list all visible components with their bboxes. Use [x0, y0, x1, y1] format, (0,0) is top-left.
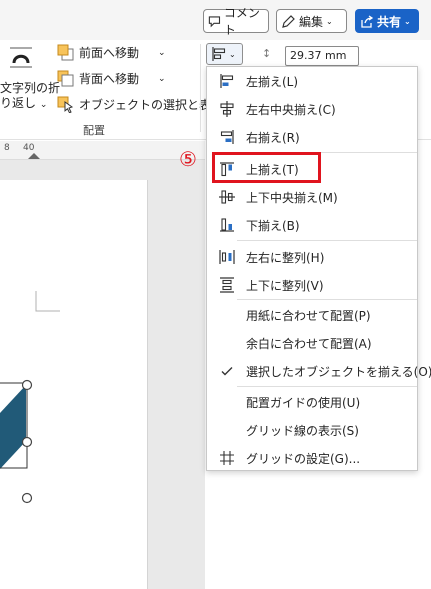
align-bottom-icon: [220, 218, 234, 232]
menu-separator: [237, 299, 417, 300]
wrap-text-icon[interactable]: [6, 46, 36, 70]
check-icon: [221, 367, 233, 376]
share-button[interactable]: 共有 ⌄: [355, 9, 419, 33]
menu-item-distribute-horizontal[interactable]: 左右に整列(H): [207, 243, 417, 271]
menu-item-label: 用紙に合わせて配置(P): [246, 308, 371, 323]
wrap-text-label-2[interactable]: り返し ⌄: [0, 94, 47, 111]
menu-item-label: 上下中央揃え(M): [246, 190, 338, 205]
chevron-down-icon: ⌄: [229, 49, 236, 59]
share-icon: [361, 14, 374, 28]
ribbon-separator: [200, 44, 201, 132]
align-left-icon: [220, 74, 234, 88]
menu-item-grid-settings[interactable]: グリッドの設定(G)...: [207, 444, 417, 472]
menu-item-label: 左揃え(L): [246, 74, 299, 89]
selection-pane-button[interactable]: オブジェクトの選択と表示: [57, 96, 224, 114]
bring-forward-button[interactable]: 前面へ移動 ⌄: [57, 44, 166, 61]
grid-icon: [220, 451, 234, 465]
align-button[interactable]: ⌄: [206, 43, 243, 65]
send-backward-icon: [57, 70, 74, 87]
step-marker: ⑤: [179, 147, 197, 171]
edit-button-label: 編集: [299, 14, 324, 29]
edit-button[interactable]: 編集 ⌄: [276, 9, 347, 33]
menu-item-distribute-vertical[interactable]: 上下に整列(V): [207, 271, 417, 299]
share-button-label: 共有: [377, 14, 402, 29]
menu-separator: [237, 386, 417, 387]
menu-item-align-to-page[interactable]: 用紙に合わせて配置(P): [207, 301, 417, 329]
chevron-down-icon: ⌄: [326, 16, 333, 26]
chevron-down-icon: ⌄: [404, 16, 411, 26]
ruler-tick: 8: [4, 143, 10, 153]
menu-item-label: グリッドの設定(G)...: [246, 451, 361, 466]
menu-item-align-left[interactable]: 左揃え(L): [207, 67, 417, 95]
arrange-group-label: 配置: [83, 124, 105, 137]
menu-item-label: 上下に整列(V): [246, 278, 324, 293]
top-toolbar: コメント 編集 ⌄ 共有 ⌄: [0, 0, 431, 40]
align-middle-icon: [219, 190, 235, 204]
highlight-box: [212, 152, 321, 183]
menu-item-label: 選択したオブジェクトを揃える(O): [246, 364, 431, 379]
menu-item-label: 下揃え(B): [246, 218, 300, 233]
document-canvas: [0, 160, 205, 589]
menu-item-use-guides[interactable]: 配置ガイドの使用(U): [207, 388, 417, 416]
send-backward-label: 背面へ移動: [79, 72, 140, 86]
distribute-horizontal-icon: [219, 250, 235, 264]
height-input[interactable]: 29.37 mm: [285, 46, 359, 66]
distribute-vertical-icon: [220, 277, 234, 293]
align-right-icon: [220, 130, 234, 144]
selected-shape[interactable]: [0, 180, 148, 589]
menu-item-label: 配置ガイドの使用(U): [246, 395, 361, 410]
comment-button-label: コメント: [223, 6, 260, 37]
comment-icon: [208, 15, 221, 27]
menu-item-label: 左右に整列(H): [246, 250, 325, 265]
align-menu: 左揃え(L) 左右中央揃え(C) 右揃え(R) 上揃え(T) 上下中央揃え(M)…: [206, 66, 431, 472]
selection-pane-icon: [57, 96, 74, 114]
send-backward-button[interactable]: 背面へ移動 ⌄: [57, 70, 166, 87]
menu-item-align-middle[interactable]: 上下中央揃え(M): [207, 183, 417, 211]
bring-forward-icon: [57, 44, 74, 61]
ruler-marker-icon: [28, 153, 40, 159]
menu-item-align-right[interactable]: 右揃え(R): [207, 123, 417, 151]
menu-separator: [237, 240, 417, 241]
chevron-down-icon[interactable]: ⌄: [158, 48, 166, 58]
menu-item-label: グリッド線の表示(S): [246, 423, 359, 438]
document-page[interactable]: [0, 180, 148, 589]
bring-forward-label: 前面へ移動: [79, 46, 140, 60]
comment-button[interactable]: コメント: [203, 6, 269, 37]
horizontal-ruler: 8 40: [0, 141, 205, 160]
menu-item-label: 左右中央揃え(C): [246, 102, 336, 117]
height-icon: ↕: [262, 47, 272, 60]
chevron-down-icon: ⌄: [39, 100, 48, 110]
menu-item-align-bottom[interactable]: 下揃え(B): [207, 211, 417, 239]
menu-item-label: 右揃え(R): [246, 130, 300, 145]
align-icon: [212, 47, 226, 61]
menu-item-align-center[interactable]: 左右中央揃え(C): [207, 95, 417, 123]
menu-item-align-selected[interactable]: 選択したオブジェクトを揃える(O): [207, 357, 431, 385]
menu-item-show-gridlines[interactable]: グリッド線の表示(S): [207, 416, 417, 444]
align-center-icon: [220, 101, 234, 117]
selection-pane-label: オブジェクトの選択と表示: [79, 98, 224, 112]
menu-item-align-to-margin[interactable]: 余白に合わせて配置(A): [207, 329, 417, 357]
menu-item-label: 余白に合わせて配置(A): [246, 336, 372, 351]
chevron-down-icon[interactable]: ⌄: [158, 74, 166, 84]
pencil-icon: [282, 14, 295, 28]
